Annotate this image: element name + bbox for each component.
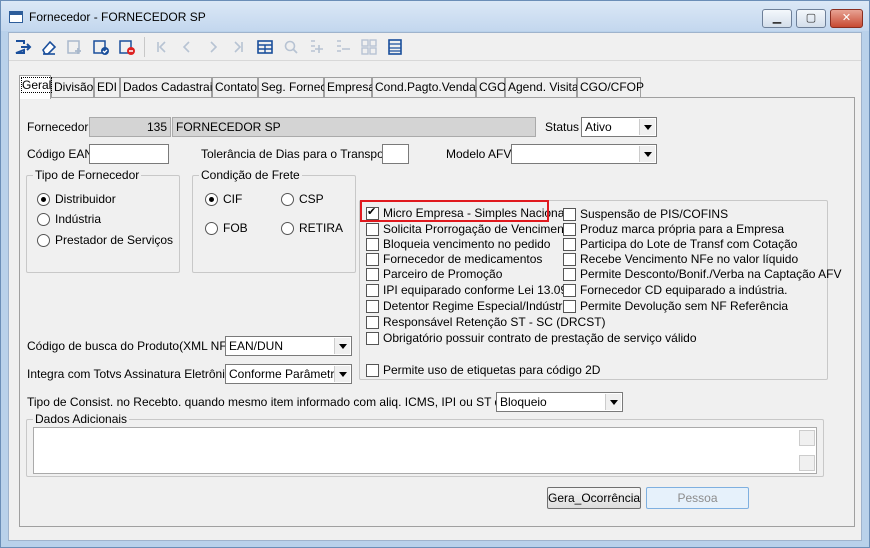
- check-recebe-vencimento[interactable]: Recebe Vencimento NFe no valor líquido: [563, 252, 798, 267]
- modelo-afv-label: Modelo AFV: [446, 147, 512, 161]
- tab-cgo[interactable]: CGO: [476, 77, 506, 98]
- eraser-icon[interactable]: [38, 36, 60, 58]
- tab-contato[interactable]: Contato: [212, 77, 258, 98]
- tab-edi[interactable]: EDI: [94, 77, 120, 98]
- tipo-fornecedor-group: Tipo de Fornecedor Distribuidor Indústri…: [26, 168, 180, 273]
- radio-cif[interactable]: CIF: [205, 192, 242, 206]
- app-icon: [9, 11, 23, 23]
- next-record-icon[interactable]: [202, 36, 224, 58]
- codigo-ean-label: Código EAN: [27, 147, 94, 161]
- minimize-button[interactable]: ▁: [762, 9, 792, 28]
- tab-seg-fornec[interactable]: Seg. Fornec: [258, 77, 326, 98]
- tab-empresa[interactable]: Empresa: [324, 77, 375, 98]
- dados-adicionais-textarea[interactable]: [33, 427, 817, 474]
- check-suspensao-pis[interactable]: Suspensão de PIS/COFINS: [563, 207, 728, 222]
- remove-line-icon[interactable]: [332, 36, 354, 58]
- tab-cond-pagto-vendas[interactable]: Cond.Pagto.Vendas: [372, 77, 482, 98]
- chevron-down-icon: [334, 338, 350, 354]
- grid-view-icon[interactable]: [254, 36, 276, 58]
- check-detentor-regime[interactable]: Detentor Regime Especial/Indústria: [366, 299, 572, 314]
- radio-prestador-servicos[interactable]: Prestador de Serviços: [37, 233, 173, 247]
- maximize-button[interactable]: ▢: [796, 9, 826, 28]
- codigo-ean-input[interactable]: [89, 144, 169, 164]
- first-record-icon[interactable]: [150, 36, 172, 58]
- chevron-down-icon: [334, 366, 350, 382]
- dados-adicionais-group: Dados Adicionais: [26, 412, 824, 477]
- tolerancia-input[interactable]: [382, 144, 409, 164]
- close-button[interactable]: ✕: [830, 9, 863, 28]
- condicao-frete-title: Condição de Frete: [199, 168, 302, 182]
- tab-agend-visita[interactable]: Agend. Visita: [505, 77, 579, 98]
- check-fornecedor-medicamentos[interactable]: Fornecedor de medicamentos: [366, 252, 542, 267]
- status-label: Status: [545, 120, 580, 134]
- radio-industria[interactable]: Indústria: [37, 212, 101, 226]
- check-fornecedor-cd[interactable]: Fornecedor CD equiparado a indústria.: [563, 283, 787, 298]
- status-select[interactable]: Ativo: [581, 117, 657, 137]
- delete-record-icon[interactable]: [116, 36, 138, 58]
- radio-fob[interactable]: FOB: [205, 221, 248, 235]
- tab-geral[interactable]: Geral: [19, 75, 53, 99]
- columns-icon[interactable]: [384, 36, 406, 58]
- client-area: Geral Divisão EDI Dados Cadastrais Conta…: [8, 32, 862, 541]
- gera-ocorrencia-button[interactable]: Gera_Ocorrência: [547, 487, 641, 509]
- tipo-fornecedor-title: Tipo de Fornecedor: [33, 168, 142, 182]
- tab-cgo-cfop[interactable]: CGO/CFOP: [577, 77, 644, 98]
- dados-adicionais-title: Dados Adicionais: [33, 412, 130, 426]
- pessoa-button[interactable]: Pessoa: [646, 487, 749, 509]
- fornecedor-name-field: FORNECEDOR SP: [172, 117, 536, 137]
- modelo-afv-select[interactable]: [511, 144, 657, 164]
- tab-dados-cadastrais[interactable]: Dados Cadastrais: [120, 77, 218, 98]
- scroll-down-icon[interactable]: [799, 455, 815, 471]
- condicao-frete-group: Condição de Frete CIF CSP FOB RETIRA: [192, 168, 356, 273]
- last-record-icon[interactable]: [228, 36, 250, 58]
- tipo-consist-select[interactable]: Bloqueio: [496, 392, 623, 412]
- check-etiquetas-2d[interactable]: Permite uso de etiquetas para código 2D: [366, 363, 600, 378]
- new-record-icon[interactable]: [64, 36, 86, 58]
- previous-record-icon[interactable]: [176, 36, 198, 58]
- check-bloqueia-vencimento[interactable]: Bloqueia vencimento no pedido: [366, 237, 550, 252]
- radio-csp[interactable]: CSP: [281, 192, 324, 206]
- fornecedor-label: Fornecedor: [27, 120, 89, 134]
- check-responsavel-retencao[interactable]: Responsável Retenção ST - SC (DRCST): [366, 315, 606, 330]
- scroll-up-icon[interactable]: [799, 430, 815, 446]
- title-bar: Fornecedor - FORNECEDOR SP ▁ ▢ ✕: [1, 1, 869, 31]
- integra-totvs-label: Integra com Totvs Assinatura Eletrônica: [27, 367, 238, 381]
- check-produz-marca[interactable]: Produz marca própria para a Empresa: [563, 222, 784, 237]
- exit-icon[interactable]: [12, 36, 34, 58]
- tab-panel-geral: Fornecedor 135 FORNECEDOR SP Status Ativ…: [19, 97, 855, 527]
- search-icon[interactable]: [280, 36, 302, 58]
- chevron-down-icon: [639, 119, 655, 135]
- toolbar-separator: [144, 37, 145, 57]
- fornecedor-code-field: 135: [89, 117, 171, 137]
- check-parceiro-promocao[interactable]: Parceiro de Promoção: [366, 267, 502, 282]
- radio-distribuidor[interactable]: Distribuidor: [37, 192, 116, 206]
- codigo-busca-select[interactable]: EAN/DUN: [225, 336, 352, 356]
- tolerancia-label: Tolerância de Dias para o Transporte: [201, 147, 398, 161]
- radio-retira[interactable]: RETIRA: [281, 221, 343, 235]
- integra-totvs-select[interactable]: Conforme Parâmetro: [225, 364, 352, 384]
- window-title: Fornecedor - FORNECEDOR SP: [29, 10, 206, 24]
- highlight-box: [360, 200, 549, 222]
- check-ipi-equiparado[interactable]: IPI equiparado conforme Lei 13.097: [366, 283, 574, 298]
- check-participa-lote[interactable]: Participa do Lote de Transf com Cotação: [563, 237, 797, 252]
- tree-view-icon[interactable]: [358, 36, 380, 58]
- check-solicita-prorrogacao[interactable]: Solicita Prorrogação de Vencimento: [366, 222, 574, 237]
- add-line-icon[interactable]: [306, 36, 328, 58]
- tab-divisao[interactable]: Divisão: [51, 77, 94, 98]
- check-permite-desconto[interactable]: Permite Desconto/Bonif./Verba na Captaçã…: [563, 267, 841, 282]
- chevron-down-icon: [605, 394, 621, 410]
- chevron-down-icon: [639, 146, 655, 162]
- check-permite-devolucao[interactable]: Permite Devolução sem NF Referência: [563, 299, 788, 314]
- check-obrigatorio-contrato[interactable]: Obrigatório possuir contrato de prestaçã…: [366, 331, 697, 346]
- tipo-consist-label: Tipo de Consist. no Recebto. quando mesm…: [27, 395, 551, 409]
- toolbar: [9, 33, 861, 61]
- save-check-icon[interactable]: [90, 36, 112, 58]
- main-window: Fornecedor - FORNECEDOR SP ▁ ▢ ✕ Geral D…: [0, 0, 870, 548]
- codigo-busca-label: Código de busca do Produto(XML NFE) :: [27, 339, 246, 353]
